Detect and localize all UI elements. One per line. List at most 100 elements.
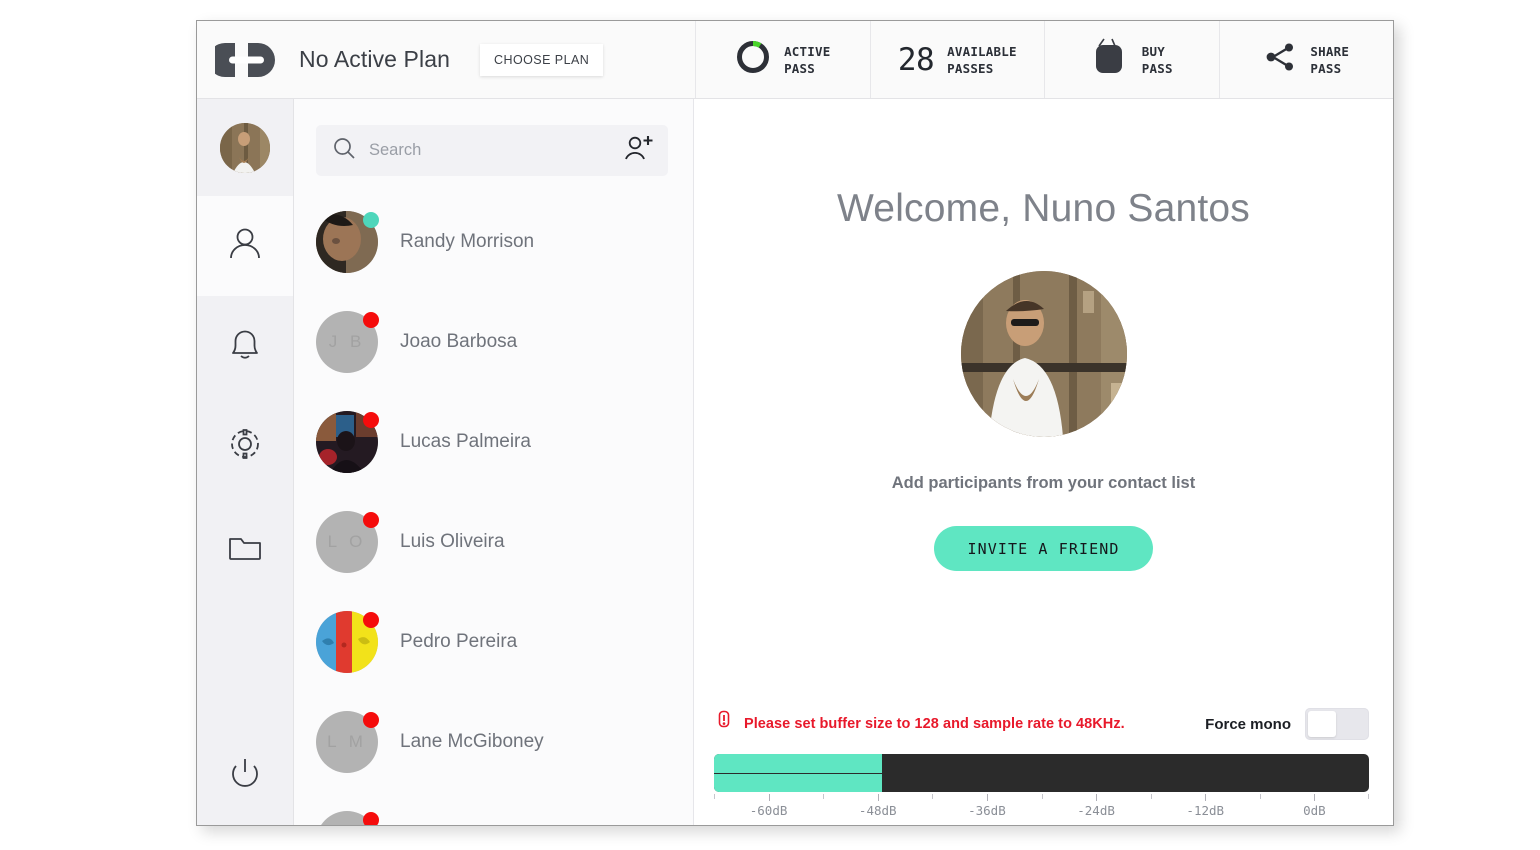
contacts-panel: Randy Morrison J B Joao Barbosa (294, 99, 694, 825)
meter-tick (714, 794, 715, 799)
list-item-label: Luis Oliveira (400, 531, 505, 552)
search-wrap (294, 99, 693, 176)
meter-fill (714, 773, 882, 792)
sidebar-avatar[interactable] (197, 99, 293, 196)
active-pass-label: ACTIVE PASS (784, 43, 831, 76)
status-badge (363, 412, 379, 428)
available-passes-count: 28 (897, 41, 935, 78)
avatar-wrap: L O (316, 511, 379, 573)
audio-warning-row: Please set buffer size to 128 and sample… (714, 700, 1369, 748)
audio-warning-text: Please set buffer size to 128 and sample… (744, 716, 1125, 732)
force-mono-control: Force mono (1205, 708, 1369, 740)
top-header-bar: No Active Plan CHOOSE PLAN ACTIVE PASS 2… (197, 21, 1393, 99)
list-item[interactable]: Pedro Pereira (294, 592, 693, 692)
meter-ticks (714, 794, 1370, 803)
power-icon (225, 751, 265, 796)
meter-tick (1041, 794, 1043, 799)
list-item-label: Lucas Palmeira (400, 431, 531, 452)
profile-photo (960, 271, 1127, 437)
avatar-wrap (316, 211, 379, 273)
status-badge (363, 612, 379, 628)
list-item[interactable]: J B Joao Barbosa (294, 292, 693, 392)
meter-tick (1314, 794, 1316, 801)
list-item[interactable]: Lucas Palmeira (294, 392, 693, 492)
search-bar[interactable] (316, 125, 668, 176)
plan-title: No Active Plan (299, 46, 450, 72)
avatar-wrap (316, 611, 379, 673)
sidebar-item-files[interactable] (197, 496, 293, 596)
person-icon (224, 223, 266, 270)
meter-scale-label: -36dB (968, 803, 1006, 818)
buy-pass-cell[interactable]: BUY PASS (1045, 21, 1220, 98)
meter-scale-label: -24dB (1077, 803, 1115, 818)
sidebar-item-power[interactable] (197, 721, 293, 825)
status-badge (363, 712, 379, 728)
invite-friend-button[interactable]: INVITE A FRIEND (933, 526, 1154, 571)
meter-tick (768, 794, 770, 801)
warning-exclamation-icon (716, 710, 732, 739)
avatar-wrap: J B (316, 311, 379, 373)
avatar-wrap: L M (316, 711, 379, 773)
pass-group: ACTIVE PASS 28 AVAILABLE PASSES BUY PASS… (696, 21, 1393, 98)
avatar-initials: J B (328, 332, 366, 351)
avatar-wrap (316, 411, 379, 473)
list-item[interactable]: Randy Morrison (294, 192, 693, 292)
force-mono-toggle[interactable] (1305, 708, 1369, 740)
welcome-section: Welcome, Nuno Santos Add participants fr… (694, 99, 1393, 700)
list-item-label: Randy Morrison (400, 231, 535, 252)
list-item[interactable] (294, 792, 693, 825)
sidebar-item-profile[interactable] (197, 196, 293, 296)
list-item-label: Joao Barbosa (400, 331, 518, 352)
meter-tick (932, 794, 934, 799)
meter-tick (1150, 794, 1152, 799)
status-badge (363, 812, 379, 825)
tv-icon (1091, 37, 1129, 82)
page-title: Welcome, Nuno Santos (837, 187, 1250, 230)
toggle-knob (1308, 711, 1336, 737)
share-pass-cell[interactable]: SHARE PASS (1220, 21, 1394, 98)
list-item[interactable]: L O Luis Oliveira (294, 492, 693, 592)
chain-link-logo-icon (208, 41, 277, 79)
meter-tick (986, 794, 988, 801)
meter-tick (1205, 794, 1207, 801)
list-item-label: Lane McGiboney (400, 731, 544, 752)
meter-scale-label: -12dB (1186, 803, 1225, 818)
active-pass-cell[interactable]: ACTIVE PASS (696, 21, 871, 98)
sidebar-item-notifications[interactable] (197, 296, 293, 396)
app-window: No Active Plan CHOOSE PLAN ACTIVE PASS 2… (196, 20, 1394, 826)
sidebar-item-settings[interactable] (197, 396, 293, 496)
add-person-icon[interactable] (623, 134, 653, 167)
gear-icon (224, 423, 266, 470)
avatar-initials: L O (327, 532, 367, 551)
list-item-label: Pedro Pereira (400, 631, 518, 652)
meter-channel-left (714, 754, 1369, 773)
search-input[interactable] (369, 141, 611, 160)
contact-list: Randy Morrison J B Joao Barbosa Lucas Pa… (294, 176, 693, 825)
search-icon (332, 136, 357, 166)
status-badge (363, 312, 379, 328)
brand-zone: No Active Plan CHOOSE PLAN (197, 21, 696, 98)
meter-tick (823, 794, 825, 799)
meter-scale-labels: -60dB -48dB -36dB -24dB -12dB 0dB (714, 803, 1369, 825)
meter-scale-label: 0dB (1303, 803, 1326, 818)
subtitle: Add participants from your contact list (891, 474, 1196, 492)
avatar-initials: L M (327, 732, 367, 751)
audio-level-meter: -60dB -48dB -36dB -24dB -12dB 0dB (714, 754, 1370, 825)
avatar-wrap (316, 811, 379, 825)
list-item[interactable]: L M Lane McGiboney (294, 692, 693, 792)
meter-track (714, 754, 1369, 792)
meter-scale-label: -48dB (858, 803, 897, 818)
status-badge (363, 512, 379, 528)
available-passes-label: AVAILABLE PASSES (947, 43, 1017, 76)
user-avatar-photo (220, 122, 270, 173)
share-pass-label: SHARE PASS (1310, 43, 1350, 76)
meter-channel-right (714, 772, 1369, 792)
main-panel: Welcome, Nuno Santos Add participants fr… (694, 99, 1393, 825)
meter-fill (714, 754, 882, 773)
body-row: Randy Morrison J B Joao Barbosa (197, 99, 1393, 825)
meter-tick (1368, 794, 1370, 799)
force-mono-label: Force mono (1205, 715, 1291, 733)
available-passes-cell[interactable]: 28 AVAILABLE PASSES (871, 21, 1045, 98)
choose-plan-button[interactable]: CHOOSE PLAN (479, 43, 604, 76)
